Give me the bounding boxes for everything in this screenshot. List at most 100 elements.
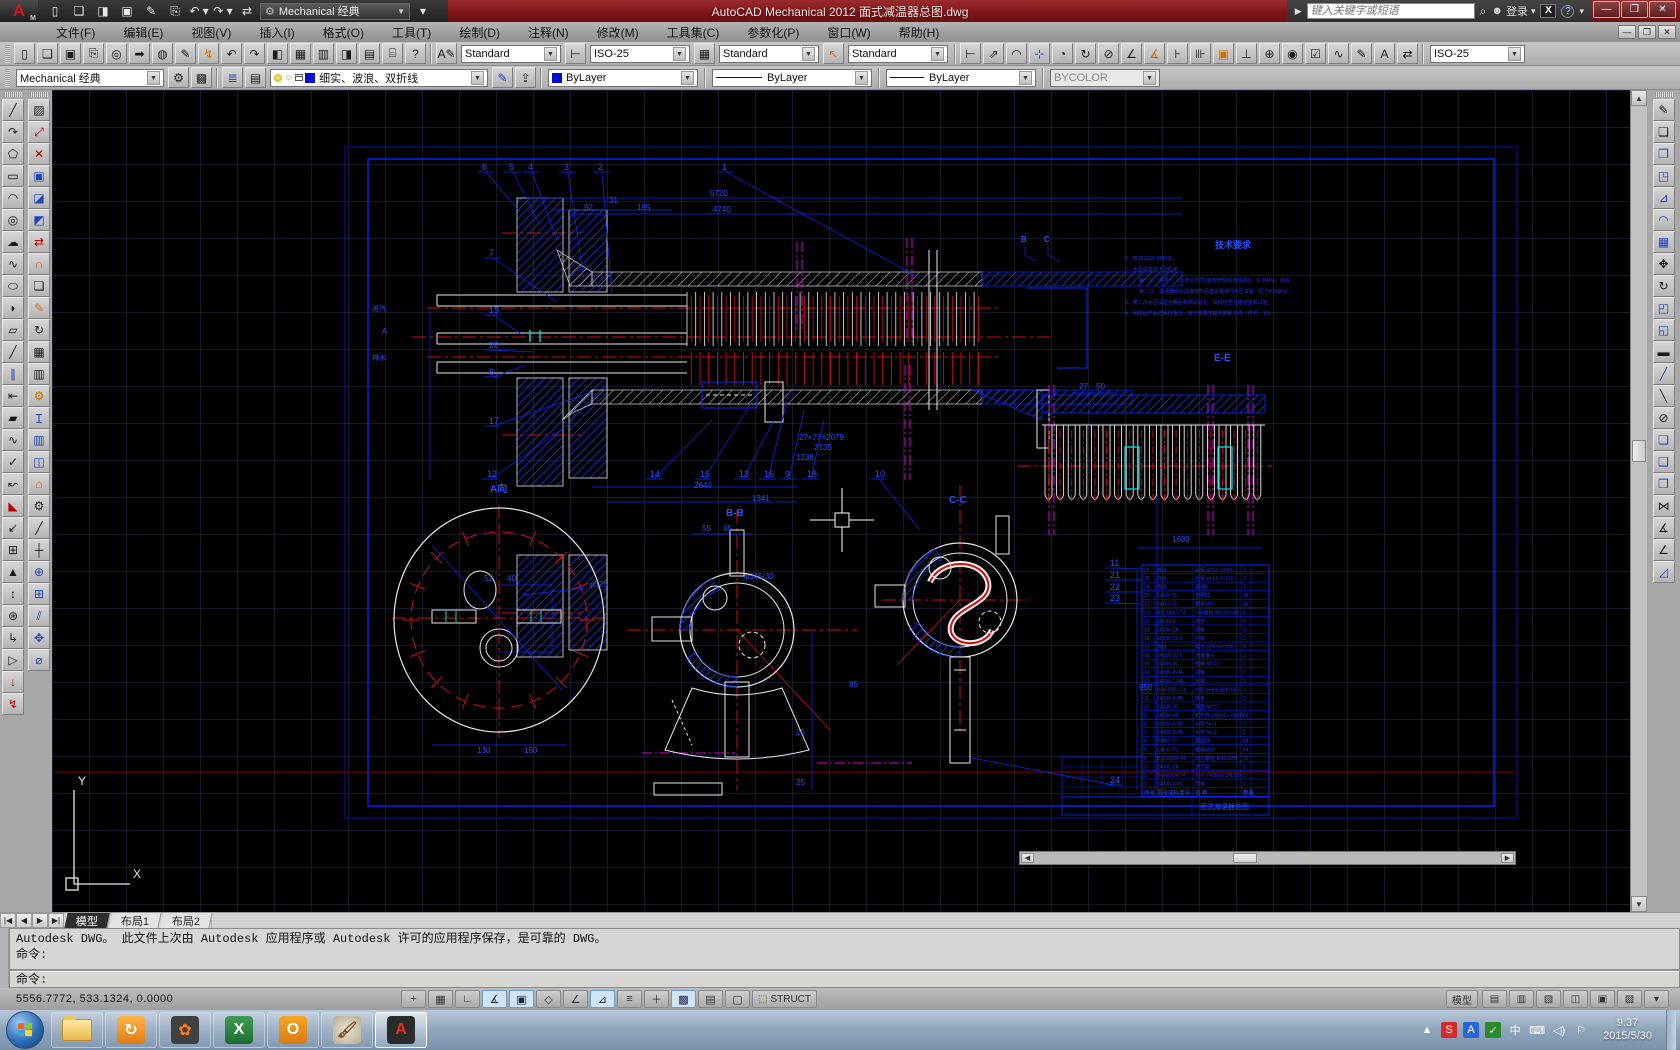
tool-icon[interactable]: ╲ [1653,385,1675,407]
tab-next-icon[interactable]: ▶ [32,913,48,928]
layer-dropdown[interactable]: ☼ 细实、波浪、双折线 ▼ [270,69,488,87]
tool-icon[interactable]: ⊢ [960,43,981,64]
doc-minimize-button[interactable]: — [1618,25,1636,39]
open-icon[interactable]: ❏ [68,2,90,20]
workspace-switch-icon[interactable]: ⇄ [236,2,258,20]
tool-icon[interactable]: ? [405,43,426,64]
tool-icon[interactable]: ↶ [221,43,242,64]
taskbar-autocad[interactable]: A [375,1012,427,1048]
tool-icon[interactable]: ↓ [2,671,24,693]
tool-icon[interactable]: ⊹ [1029,43,1050,64]
tool-icon[interactable]: ⇪ [515,67,536,88]
tool-icon[interactable]: ◨ [336,43,357,64]
tool-icon[interactable]: ❏ [28,275,50,297]
tool-icon[interactable]: ↙ [2,517,24,539]
tool-icon[interactable]: ◔ [1052,43,1073,64]
tool-icon[interactable]: ∠ [1653,539,1675,561]
tool-icon[interactable]: ▷ [2,649,24,671]
tool-icon[interactable]: ▥ [28,363,50,385]
tool-icon[interactable]: ⎘ [83,43,104,64]
status-toggle[interactable]: ∟ [455,990,480,1008]
command-grip[interactable] [0,928,9,988]
menu-view[interactable]: 视图(V) [177,22,245,42]
tool-icon[interactable]: ▦ [290,43,311,64]
tool-icon[interactable]: ⋈ [1653,495,1675,517]
tool-icon[interactable]: ▤ [245,67,266,88]
tool-icon[interactable]: ⊘ [1098,43,1119,64]
status-toggle[interactable]: ▦ [428,990,453,1008]
plot-icon[interactable]: ⎘ [164,2,186,20]
tool-icon[interactable]: ▦ [28,341,50,363]
tool-icon[interactable]: ⇗ [983,43,1004,64]
inner-hscrollbar[interactable]: ◀ ▶ [1019,851,1516,865]
tool-icon[interactable]: ◫ [28,451,50,473]
menu-parametric[interactable]: 参数化(P) [733,22,813,42]
tool-icon[interactable]: ▨ [28,99,50,121]
tool-icon[interactable]: ⇄ [1397,43,1418,64]
taskbar-outlook[interactable]: O [267,1012,319,1048]
tool-icon[interactable]: ▰ [2,407,24,429]
tool-icon[interactable]: ◳ [1653,165,1675,187]
exchange-apps-icon[interactable]: X [1540,4,1556,18]
status-toggle[interactable]: ▣ [509,990,534,1008]
tool-icon[interactable]: ⚙ [28,385,50,407]
tool-icon[interactable]: ✓ [2,451,24,473]
tool-icon[interactable]: ╱ [2,341,24,363]
dim-style-dropdown-right[interactable]: ISO-25▼ [1430,45,1525,63]
tool-icon[interactable]: ▩ [191,67,212,88]
tool-icon[interactable]: ✎ [492,67,513,88]
close-button[interactable]: ✕ [1649,1,1676,18]
struct-button[interactable]: ⬚STRUCT [752,990,817,1008]
tool-icon[interactable]: ≣ [222,67,243,88]
linetype-dropdown[interactable]: ByLayer▼ [712,69,872,87]
tool-icon[interactable]: ✎ [1351,43,1372,64]
table-style-dropdown[interactable]: Standard▼ [719,45,819,63]
help-icon[interactable]: ? [1561,5,1574,18]
tool-icon[interactable]: ◠ [2,187,24,209]
menu-format[interactable]: 格式(O) [309,22,378,42]
tool-icon[interactable]: ▭ [2,165,24,187]
tool-icon[interactable]: ❐ [1653,143,1675,165]
tool-icon[interactable]: ◩ [28,209,50,231]
table-style-icon[interactable]: ▦ [694,43,715,64]
menu-window[interactable]: 窗口(W) [813,22,884,42]
tool-icon[interactable]: ↷ [2,121,24,143]
tool-icon[interactable]: ◣ [2,495,24,517]
scroll-right-icon[interactable]: ▶ [1501,853,1514,863]
tool-icon[interactable]: ↕ [2,583,24,605]
tool-icon[interactable]: ⬠ [2,143,24,165]
tool-icon[interactable]: ⊦ [1167,43,1188,64]
color-dropdown[interactable]: ByLayer▼ [548,69,698,87]
tray-expand-icon[interactable]: ▲ [1419,1022,1435,1038]
tool-icon[interactable]: ⊛ [2,605,24,627]
tool-icon[interactable]: ✎ [175,43,196,64]
menu-edit[interactable]: 编辑(E) [109,22,177,42]
tool-icon[interactable]: ⊞ [28,583,50,605]
doc-restore-button[interactable]: ❐ [1638,25,1656,39]
tool-icon[interactable]: ▬ [1653,341,1675,363]
tool-icon[interactable]: ⊞ [2,539,24,561]
tool-icon[interactable]: ▱ [2,319,24,341]
tool-icon[interactable]: ❏ [1653,429,1675,451]
tool-icon[interactable]: ⬭ [2,275,24,297]
tool-icon[interactable]: ◠ [1006,43,1027,64]
tool-icon[interactable]: ◠ [1653,209,1675,231]
menu-modify[interactable]: 修改(M) [583,22,653,42]
network-icon[interactable]: ⚐ [1573,1022,1589,1038]
menu-toolsets[interactable]: 工具集(C) [653,22,734,42]
scroll-down-icon[interactable]: ▼ [1631,896,1647,912]
tab-layout2[interactable]: 布局2 [161,913,213,928]
scroll-left-icon[interactable]: ◀ [1021,853,1034,863]
status-toggle[interactable]: ▩ [671,990,696,1008]
menu-file[interactable]: 文件(F) [42,22,109,42]
new-icon[interactable]: ▯ [44,2,66,20]
keyboard-icon[interactable]: ⌨ [1529,1022,1545,1038]
tool-icon[interactable]: ▥ [313,43,334,64]
tool-icon[interactable]: ✎ [1653,99,1675,121]
toolbar-grip[interactable] [5,45,10,63]
lineweight-dropdown[interactable]: ByLayer▼ [886,69,1036,87]
tool-icon[interactable]: ◍ [152,43,173,64]
tool-icon[interactable]: ∠ [1121,43,1142,64]
taskbar-app-orange[interactable]: ↻ [105,1012,157,1048]
tool-icon[interactable]: ↯ [2,693,24,715]
